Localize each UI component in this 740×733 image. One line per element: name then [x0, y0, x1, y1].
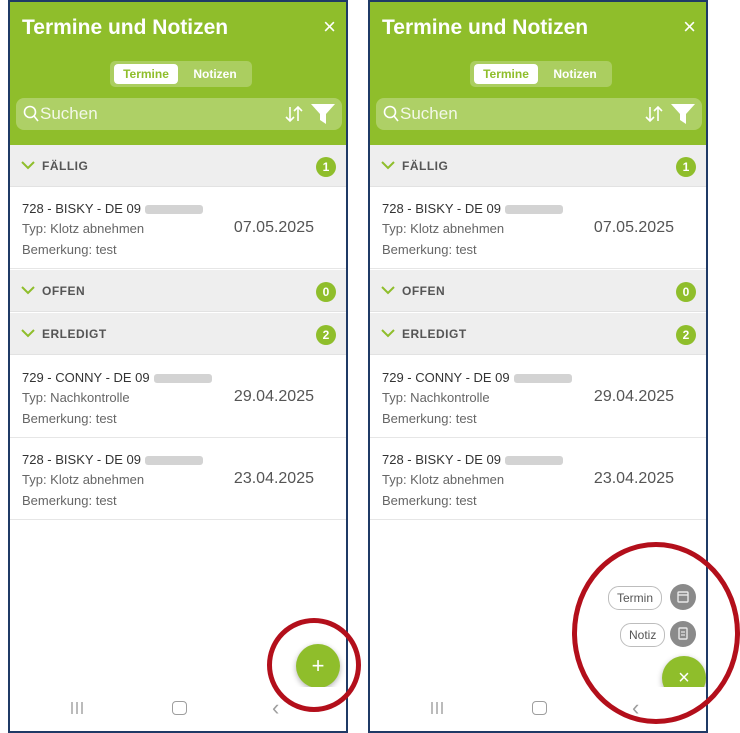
note-icon[interactable]	[670, 621, 696, 647]
section-label: OFFEN	[402, 284, 446, 298]
item-note: Bemerkung: test	[382, 493, 477, 508]
search-icon	[383, 105, 399, 122]
tab-termine[interactable]: Termine	[114, 64, 178, 84]
list-item[interactable]: 728 - BISKY - DE 09 Typ: Klotz abnehmen …	[10, 438, 346, 520]
back-icon[interactable]: ‹	[632, 695, 639, 721]
home-icon[interactable]	[172, 701, 187, 715]
item-note: Bemerkung: test	[382, 411, 477, 426]
tab-notizen[interactable]: Notizen	[182, 64, 248, 84]
android-nav-bar: ‹	[10, 687, 346, 731]
add-button[interactable]: +	[296, 644, 340, 688]
item-date: 29.04.2025	[593, 388, 674, 405]
chevron-down-icon	[381, 286, 395, 295]
item-type: Typ: Nachkontrolle	[22, 390, 130, 405]
item-type: Typ: Klotz abnehmen	[22, 221, 145, 236]
android-nav-bar: ‹	[370, 687, 706, 731]
recent-apps-icon[interactable]	[70, 701, 84, 715]
item-date: 07.05.2025	[593, 219, 674, 236]
list-item[interactable]: 729 - CONNY - DE 09 Typ: Nachkontrolle B…	[10, 356, 346, 438]
search-icon	[23, 105, 39, 122]
chevron-down-icon	[381, 329, 395, 338]
item-type: Typ: Klotz abnehmen	[382, 221, 505, 236]
chevron-down-icon	[21, 329, 35, 338]
tab-switcher: Termine Notizen	[110, 61, 252, 87]
app-header: Termine und Notizen × Termine Notizen	[10, 2, 346, 145]
recent-apps-icon[interactable]	[430, 701, 444, 715]
item-note: Bemerkung: test	[382, 242, 477, 257]
section-label: ERLEDIGT	[402, 327, 467, 341]
list-item[interactable]: 728 - BISKY - DE 09 Typ: Klotz abnehmen …	[370, 438, 706, 520]
item-type: Typ: Klotz abnehmen	[22, 472, 145, 487]
item-note: Bemerkung: test	[22, 411, 117, 426]
sort-icon[interactable]	[284, 105, 304, 123]
filter-icon[interactable]	[310, 103, 336, 125]
redacted-text	[505, 205, 563, 215]
item-date: 29.04.2025	[233, 388, 314, 405]
search-bar	[376, 98, 702, 130]
chevron-down-icon	[21, 161, 35, 170]
section-erledigt[interactable]: ERLEDIGT 2	[10, 313, 346, 355]
redacted-text	[505, 456, 563, 466]
filter-icon[interactable]	[670, 103, 696, 125]
count-badge: 0	[316, 282, 336, 302]
phone-screen-left: Termine und Notizen × Termine Notizen Su…	[8, 0, 348, 733]
phone-screen-right: Termine und Notizen × Termine Notizen Su…	[368, 0, 708, 733]
item-title: 728 - BISKY - DE 09	[22, 201, 141, 216]
section-label: FÄLLIG	[402, 159, 449, 173]
section-label: ERLEDIGT	[42, 327, 107, 341]
speed-dial-termin-label[interactable]: Termin	[608, 586, 663, 610]
chevron-down-icon	[381, 161, 395, 170]
item-note: Bemerkung: test	[22, 242, 117, 257]
item-type: Typ: Nachkontrolle	[382, 390, 490, 405]
list-item[interactable]: 728 - BISKY - DE 09 Typ: Klotz abnehmen …	[370, 187, 706, 269]
tab-switcher: Termine Notizen	[470, 61, 612, 87]
sort-icon[interactable]	[644, 105, 664, 123]
search-bar	[16, 98, 342, 130]
item-date: 23.04.2025	[233, 470, 314, 487]
section-faellig[interactable]: FÄLLIG 1	[370, 145, 706, 187]
close-button[interactable]: ×	[323, 16, 336, 38]
app-header: Termine und Notizen × Termine Notizen	[370, 2, 706, 145]
search-input[interactable]	[40, 103, 260, 125]
redacted-text	[145, 456, 203, 466]
tab-notizen[interactable]: Notizen	[542, 64, 608, 84]
list-item[interactable]: 728 - BISKY - DE 09 Typ: Klotz abnehmen …	[10, 187, 346, 269]
close-button[interactable]: ×	[683, 16, 696, 38]
section-erledigt[interactable]: ERLEDIGT 2	[370, 313, 706, 355]
item-title: 728 - BISKY - DE 09	[22, 452, 141, 467]
section-label: OFFEN	[42, 284, 86, 298]
item-type: Typ: Klotz abnehmen	[382, 472, 505, 487]
section-label: FÄLLIG	[42, 159, 89, 173]
redacted-text	[145, 205, 203, 215]
list-item[interactable]: 729 - CONNY - DE 09 Typ: Nachkontrolle B…	[370, 356, 706, 438]
count-badge: 0	[676, 282, 696, 302]
item-date: 07.05.2025	[233, 219, 314, 236]
count-badge: 2	[316, 325, 336, 345]
redacted-text	[153, 374, 212, 384]
redacted-text	[513, 374, 572, 384]
tab-termine[interactable]: Termine	[474, 64, 538, 84]
chevron-down-icon	[21, 286, 35, 295]
calendar-icon[interactable]	[670, 584, 696, 610]
count-badge: 1	[676, 157, 696, 177]
back-icon[interactable]: ‹	[272, 695, 279, 721]
section-offen[interactable]: OFFEN 0	[370, 270, 706, 312]
page-title: Termine und Notizen	[382, 16, 589, 39]
item-title: 728 - BISKY - DE 09	[382, 452, 501, 467]
item-note: Bemerkung: test	[22, 493, 117, 508]
search-input[interactable]	[400, 103, 620, 125]
item-title: 728 - BISKY - DE 09	[382, 201, 501, 216]
speed-dial-notiz-label[interactable]: Notiz	[620, 623, 666, 647]
section-offen[interactable]: OFFEN 0	[10, 270, 346, 312]
item-title: 729 - CONNY - DE 09	[22, 370, 150, 385]
home-icon[interactable]	[532, 701, 547, 715]
count-badge: 2	[676, 325, 696, 345]
page-title: Termine und Notizen	[22, 16, 229, 39]
count-badge: 1	[316, 157, 336, 177]
item-title: 729 - CONNY - DE 09	[382, 370, 510, 385]
item-date: 23.04.2025	[593, 470, 674, 487]
section-faellig[interactable]: FÄLLIG 1	[10, 145, 346, 187]
